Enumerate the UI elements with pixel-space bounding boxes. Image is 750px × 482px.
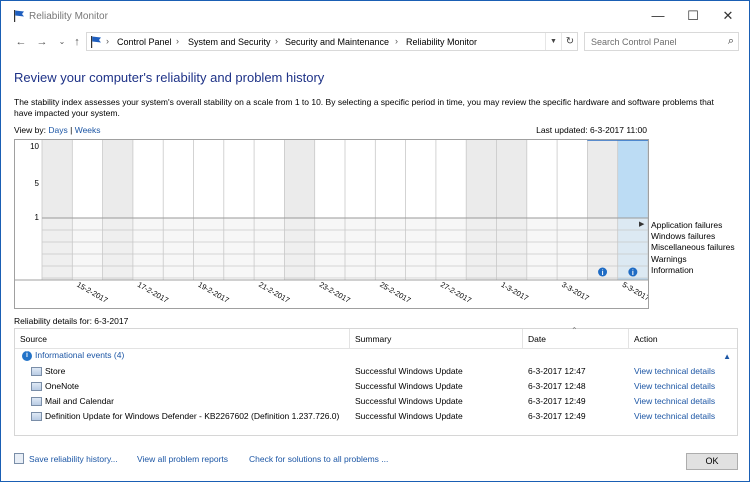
close-button[interactable]: ✕ <box>711 6 745 26</box>
group-informational-events[interactable]: i Informational events (4) <box>22 350 124 361</box>
search-icon[interactable]: ⌕ <box>728 35 734 48</box>
stability-chart[interactable]: 10 5 1 i i 15-2-2017 17-2-2017 19-2-2017 21-2-20… <box>14 139 649 309</box>
legend-miscellaneous-failures: Miscellaneous failures <box>651 242 735 252</box>
date-tick-label: 25-2-2017 <box>378 280 412 305</box>
stability-chart-svg[interactable]: 10 5 1 i i 15-2-2017 17-2-2017 19-2-2017 21-2-20… <box>15 140 648 308</box>
view-technical-details-link[interactable]: View technical details <box>634 396 715 406</box>
column-header-summary[interactable]: Summary <box>350 329 523 348</box>
window-title: Reliability Monitor <box>29 11 108 22</box>
app-icon <box>31 412 42 421</box>
date-tick-label: 21-2-2017 <box>257 280 291 305</box>
information-icon-glyph: i <box>602 270 604 277</box>
y-tick-label: 1 <box>35 213 40 222</box>
table-row[interactable]: Mail and Calendar Successful Windows Upd… <box>15 394 737 409</box>
row-source: Store <box>45 366 66 376</box>
row-summary: Successful Windows Update <box>355 411 463 421</box>
date-tick-label: 19-2-2017 <box>197 280 231 305</box>
information-icon-glyph: i <box>632 270 634 277</box>
details-title: Reliability details for: 6-3-2017 <box>14 316 129 326</box>
row-source: OneNote <box>45 381 80 391</box>
maximize-button[interactable]: ☐ <box>676 6 710 26</box>
check-for-solutions-link[interactable]: Check for solutions to all problems ... <box>249 454 388 464</box>
row-date: 6-3-2017 12:49 <box>528 411 586 421</box>
chart-scroll-right-icon[interactable]: ▶ <box>639 220 644 228</box>
view-by-switch: View by: Days | Weeks <box>14 125 101 135</box>
back-button[interactable]: ← <box>13 35 29 49</box>
header-divider <box>15 348 737 349</box>
y-tick-label: 5 <box>35 179 40 188</box>
page-description: The stability index assesses your system… <box>14 97 714 118</box>
flag-icon <box>14 10 24 22</box>
table-row[interactable]: Store Successful Windows Update 6-3-2017… <box>15 364 737 379</box>
date-tick-label: 23-2-2017 <box>318 280 352 305</box>
row-source: Definition Update for Windows Defender -… <box>45 411 340 421</box>
row-date: 6-3-2017 12:49 <box>528 396 586 406</box>
view-divider: | <box>70 125 73 135</box>
recent-locations-button[interactable]: ⌄ <box>54 35 70 49</box>
date-tick-label: 17-2-2017 <box>136 280 170 305</box>
view-weeks-link[interactable]: Weeks <box>75 125 101 135</box>
sort-arrow-icon: ⌃ <box>571 326 578 335</box>
table-row[interactable]: Definition Update for Windows Defender -… <box>15 409 737 424</box>
view-days-link[interactable]: Days <box>48 125 67 135</box>
y-tick-label: 10 <box>30 142 39 151</box>
breadcrumb-control-panel[interactable]: Control Panel <box>117 37 172 47</box>
row-summary: Successful Windows Update <box>355 366 463 376</box>
breadcrumb-separator[interactable]: › <box>275 36 278 46</box>
legend-information: Information <box>651 265 694 275</box>
chevron-down-icon[interactable]: ▼ <box>545 33 561 50</box>
row-summary: Successful Windows Update <box>355 396 463 406</box>
address-bar[interactable]: › Control Panel › System and Security › … <box>86 32 578 51</box>
ok-button[interactable]: OK <box>686 453 738 470</box>
view-all-problem-reports-link[interactable]: View all problem reports <box>137 454 228 464</box>
breadcrumb-system-and-security[interactable]: System and Security <box>188 37 271 47</box>
title-bar: Reliability Monitor — ☐ ✕ <box>1 1 749 31</box>
save-icon <box>14 453 24 464</box>
page-title: Review your computer's reliability and p… <box>14 70 325 85</box>
last-updated: Last updated: 6-3-2017 11:00 <box>536 125 647 135</box>
collapse-icon[interactable]: ▲ <box>723 352 731 361</box>
view-by-label: View by: <box>14 125 46 135</box>
save-reliability-history-link[interactable]: Save reliability history... <box>29 454 118 464</box>
date-tick-label: 27-2-2017 <box>439 280 473 305</box>
column-header-action[interactable]: Action <box>629 329 737 348</box>
table-row[interactable]: OneNote Successful Windows Update 6-3-20… <box>15 379 737 394</box>
breadcrumb-security-and-maintenance[interactable]: Security and Maintenance <box>285 37 389 47</box>
minimize-button[interactable]: — <box>641 6 675 26</box>
events-list[interactable]: Source Summary Date ⌃ Action i Informatio… <box>14 326 738 436</box>
breadcrumb-separator[interactable]: › <box>395 36 398 46</box>
up-button[interactable]: ↑ <box>69 35 85 49</box>
app-icon <box>31 367 42 376</box>
breadcrumb-reliability-monitor[interactable]: Reliability Monitor <box>406 37 477 47</box>
row-summary: Successful Windows Update <box>355 381 463 391</box>
search-box[interactable]: Search Control Panel ⌕ <box>584 32 739 51</box>
date-tick-label: 15-2-2017 <box>75 280 109 305</box>
search-input[interactable]: Search Control Panel <box>591 37 677 47</box>
date-tick-label: 1-3-2017 <box>500 280 531 303</box>
app-icon <box>31 397 42 406</box>
legend-windows-failures: Windows failures <box>651 231 716 241</box>
refresh-icon[interactable]: ↻ <box>561 33 578 50</box>
legend-warnings: Warnings <box>651 254 687 264</box>
reliability-monitor-window: Reliability Monitor — ☐ ✕ ← → ⌄ ↑ › Cont… <box>0 0 750 482</box>
date-tick-label: 3-3-2017 <box>560 280 591 303</box>
date-tick-label: 5-3-2017 <box>621 280 648 303</box>
breadcrumb-separator: › <box>106 36 109 46</box>
row-date: 6-3-2017 12:48 <box>528 381 586 391</box>
row-date: 6-3-2017 12:47 <box>528 366 586 376</box>
view-technical-details-link[interactable]: View technical details <box>634 381 715 391</box>
breadcrumb-separator[interactable]: › <box>176 36 179 46</box>
group-label: Informational events (4) <box>35 350 125 360</box>
flag-icon <box>91 36 101 48</box>
view-technical-details-link[interactable]: View technical details <box>634 411 715 421</box>
row-source: Mail and Calendar <box>45 396 114 406</box>
view-technical-details-link[interactable]: View technical details <box>634 366 715 376</box>
forward-button[interactable]: → <box>34 35 50 49</box>
app-icon <box>31 382 42 391</box>
information-icon: i <box>22 350 32 361</box>
column-header-source[interactable]: Source <box>15 329 350 348</box>
legend-application-failures: Application failures <box>651 220 723 230</box>
